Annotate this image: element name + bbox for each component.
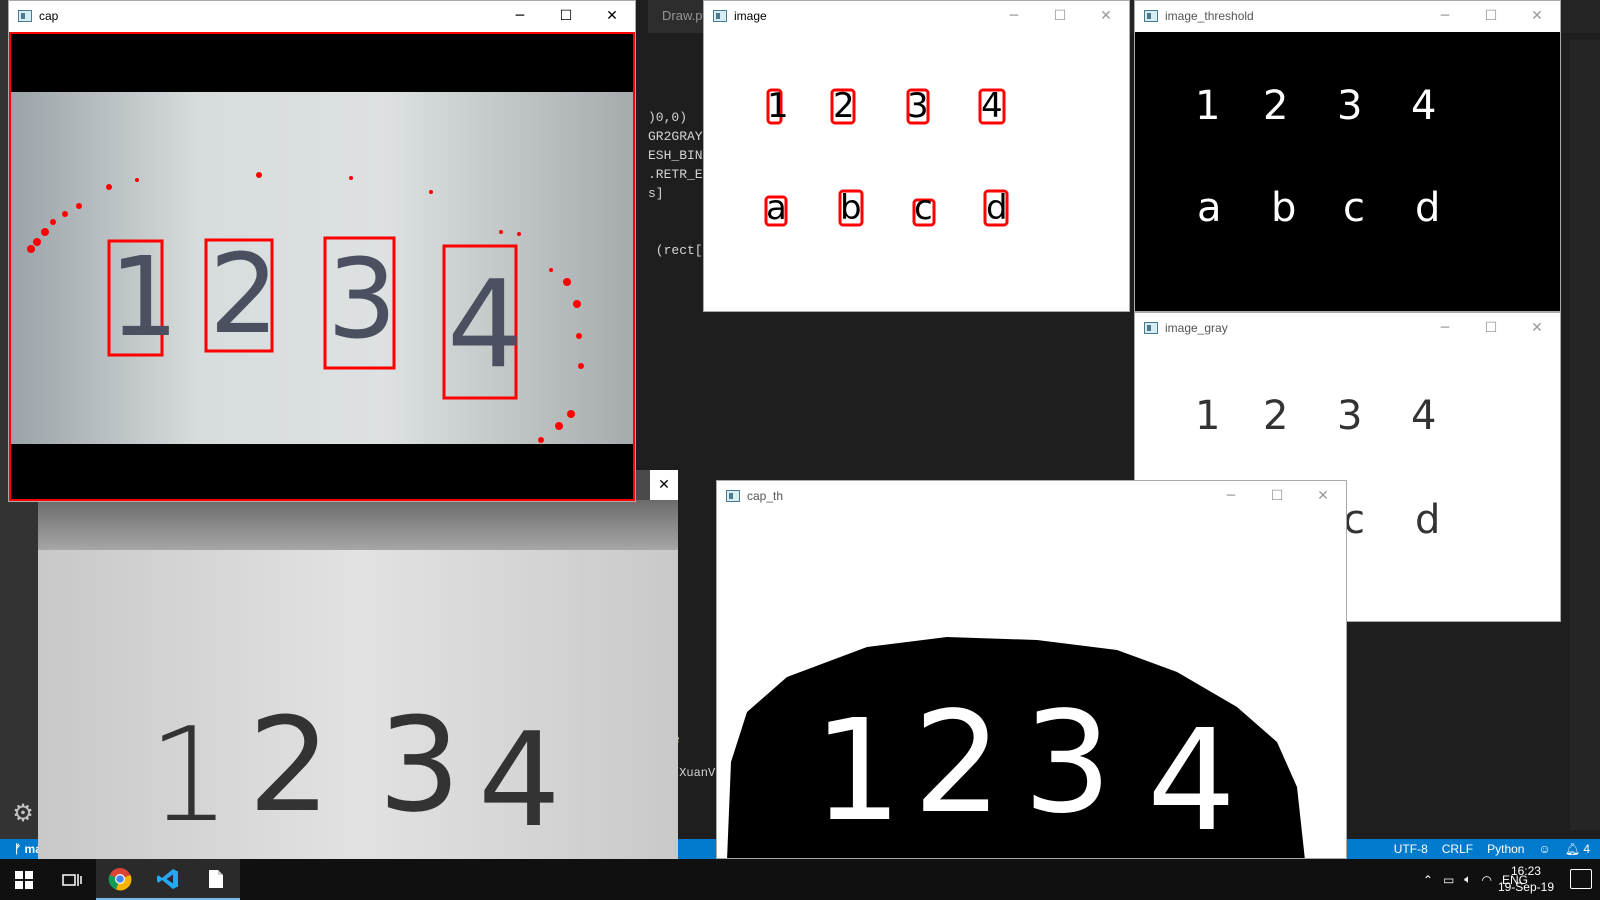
window-title: cap_th bbox=[747, 489, 784, 503]
image-char: a bbox=[766, 188, 787, 228]
image-char: 2 bbox=[833, 86, 855, 126]
status-eol[interactable]: CRLF bbox=[1442, 842, 1473, 856]
maximize-icon[interactable]: ☐ bbox=[1254, 481, 1300, 512]
threshold-char: a bbox=[1197, 185, 1222, 231]
app-window-icon bbox=[1144, 322, 1158, 334]
threshold-char: 4 bbox=[1411, 83, 1437, 129]
smiley-feedback-icon[interactable]: ☺ bbox=[1538, 842, 1550, 856]
chevron-up-icon[interactable]: ⌃ bbox=[1423, 873, 1433, 887]
close-icon[interactable]: ✕ bbox=[589, 1, 635, 32]
app-window-icon bbox=[18, 10, 32, 22]
minimize-icon[interactable]: ─ bbox=[1208, 481, 1254, 512]
cap-th-digit: 3 bbox=[1023, 682, 1113, 845]
maximize-icon[interactable]: ☐ bbox=[543, 1, 589, 32]
settings-gear-icon[interactable]: ⚙ bbox=[10, 800, 36, 826]
cap-frame: 1 2 3 4 bbox=[9, 32, 635, 501]
minimap[interactable] bbox=[1570, 40, 1600, 830]
cap-digit: 3 bbox=[327, 235, 397, 363]
task-view-icon[interactable] bbox=[48, 859, 96, 900]
minimize-icon[interactable]: ─ bbox=[1422, 313, 1468, 344]
gray-char: d bbox=[1415, 497, 1441, 543]
window-cap-th[interactable]: cap_th ─ ☐ ✕ 1 2 3 4 bbox=[716, 480, 1347, 859]
cap-th-canvas: 1 2 3 4 bbox=[717, 512, 1346, 858]
cap-digit: 2 bbox=[209, 230, 279, 358]
wifi-icon[interactable]: ◠ bbox=[1482, 873, 1492, 887]
gray-char: 1 bbox=[1195, 393, 1221, 439]
image-char: 3 bbox=[907, 86, 929, 126]
start-icon[interactable] bbox=[0, 859, 48, 900]
maximize-icon[interactable]: ☐ bbox=[1037, 1, 1083, 32]
image-char: 1 bbox=[767, 86, 789, 126]
window-cap[interactable]: cap ─ ☐ ✕ 1 2 3 4 bbox=[8, 0, 636, 502]
window-title: image_threshold bbox=[1165, 9, 1254, 23]
close-icon[interactable]: ✕ bbox=[1514, 1, 1560, 32]
cap-th-digit: 2 bbox=[913, 682, 1003, 845]
gray-digit: 3 bbox=[378, 689, 461, 841]
gray-char: 3 bbox=[1337, 393, 1363, 439]
cap-overlay bbox=[27, 172, 584, 443]
notifications-bell[interactable]: 🔔︎ 4 bbox=[1565, 842, 1590, 856]
threshold-char: 1 bbox=[1195, 83, 1221, 129]
volume-icon[interactable]: 🔈︎ bbox=[1464, 872, 1471, 887]
window-image[interactable]: image ─ ☐ ✕ 1 2 3 4 a b c d bbox=[703, 0, 1130, 312]
window-title: image bbox=[734, 9, 767, 23]
gray-camera-frame: 1 2 3 4 bbox=[38, 500, 678, 860]
minimize-icon[interactable]: ─ bbox=[991, 1, 1037, 32]
cap-digit: 1 bbox=[109, 233, 179, 361]
titlebar-image-gray[interactable]: image_gray ─ ☐ ✕ bbox=[1135, 313, 1560, 344]
threshold-char: 3 bbox=[1337, 83, 1363, 129]
notification-center-icon[interactable] bbox=[1570, 869, 1592, 889]
maximize-icon[interactable]: ☐ bbox=[1468, 313, 1514, 344]
status-encoding[interactable]: UTF-8 bbox=[1394, 842, 1428, 856]
gray-char: 4 bbox=[1411, 393, 1437, 439]
chrome-icon[interactable] bbox=[96, 859, 144, 900]
close-icon[interactable]: ✕ bbox=[650, 470, 678, 500]
gray-digit: 1 bbox=[148, 699, 231, 851]
status-language[interactable]: Python bbox=[1487, 842, 1524, 856]
window-title: image_gray bbox=[1165, 321, 1228, 335]
titlebar-cap-th[interactable]: cap_th ─ ☐ ✕ bbox=[717, 481, 1346, 512]
threshold-char: d bbox=[1415, 185, 1441, 231]
threshold-char: c bbox=[1343, 185, 1365, 231]
app-window-icon bbox=[726, 490, 740, 502]
cap-th-digit: 4 bbox=[1147, 700, 1237, 858]
gray-paper bbox=[38, 550, 678, 860]
battery-icon[interactable]: ▭ bbox=[1443, 873, 1454, 887]
windows-taskbar: ⌃ ▭ 🔈︎ ◠ ENG 16:23 19-Sep-19 bbox=[0, 859, 1600, 900]
taskbar-clock[interactable]: 16:23 19-Sep-19 bbox=[1498, 863, 1554, 895]
clock-time: 16:23 bbox=[1510, 864, 1541, 878]
app-window-icon bbox=[713, 10, 727, 22]
gray-char: 2 bbox=[1263, 393, 1289, 439]
gray-digit: 2 bbox=[248, 689, 331, 841]
close-icon[interactable]: ✕ bbox=[1083, 1, 1129, 32]
window-image-threshold[interactable]: image_threshold ─ ☐ ✕ 1 2 3 4 a b c d bbox=[1134, 0, 1561, 312]
image-canvas: 1 2 3 4 a b c d bbox=[704, 32, 1129, 311]
image-char: d bbox=[986, 188, 1008, 228]
image-char: 4 bbox=[981, 86, 1003, 126]
image-boxes bbox=[764, 88, 1009, 227]
image-char: c bbox=[914, 188, 933, 228]
titlebar-image[interactable]: image ─ ☐ ✕ bbox=[704, 1, 1129, 32]
threshold-canvas: 1 2 3 4 a b c d bbox=[1135, 32, 1560, 311]
minimize-icon[interactable]: ─ bbox=[1422, 1, 1468, 32]
maximize-icon[interactable]: ☐ bbox=[1468, 1, 1514, 32]
window-gray-camera: ✕ 1 2 3 4 bbox=[38, 470, 678, 860]
threshold-char: b bbox=[1271, 185, 1297, 231]
titlebar-image-threshold[interactable]: image_threshold ─ ☐ ✕ bbox=[1135, 1, 1560, 32]
minimize-icon[interactable]: ─ bbox=[497, 1, 543, 32]
vscode-icon[interactable] bbox=[144, 859, 192, 900]
app-window-icon bbox=[1144, 10, 1158, 22]
image-char: b bbox=[840, 188, 862, 228]
cap-th-digit: 1 bbox=[813, 690, 903, 853]
gray-digit: 4 bbox=[478, 704, 561, 856]
clock-date: 19-Sep-19 bbox=[1497, 880, 1554, 894]
titlebar-cap[interactable]: cap ─ ☐ ✕ bbox=[9, 1, 635, 32]
threshold-char: 2 bbox=[1263, 83, 1289, 129]
close-icon[interactable]: ✕ bbox=[1514, 313, 1560, 344]
close-icon[interactable]: ✕ bbox=[1300, 481, 1346, 512]
window-title: cap bbox=[39, 9, 59, 23]
cap-digit: 4 bbox=[447, 256, 524, 395]
file-icon[interactable] bbox=[192, 859, 240, 900]
